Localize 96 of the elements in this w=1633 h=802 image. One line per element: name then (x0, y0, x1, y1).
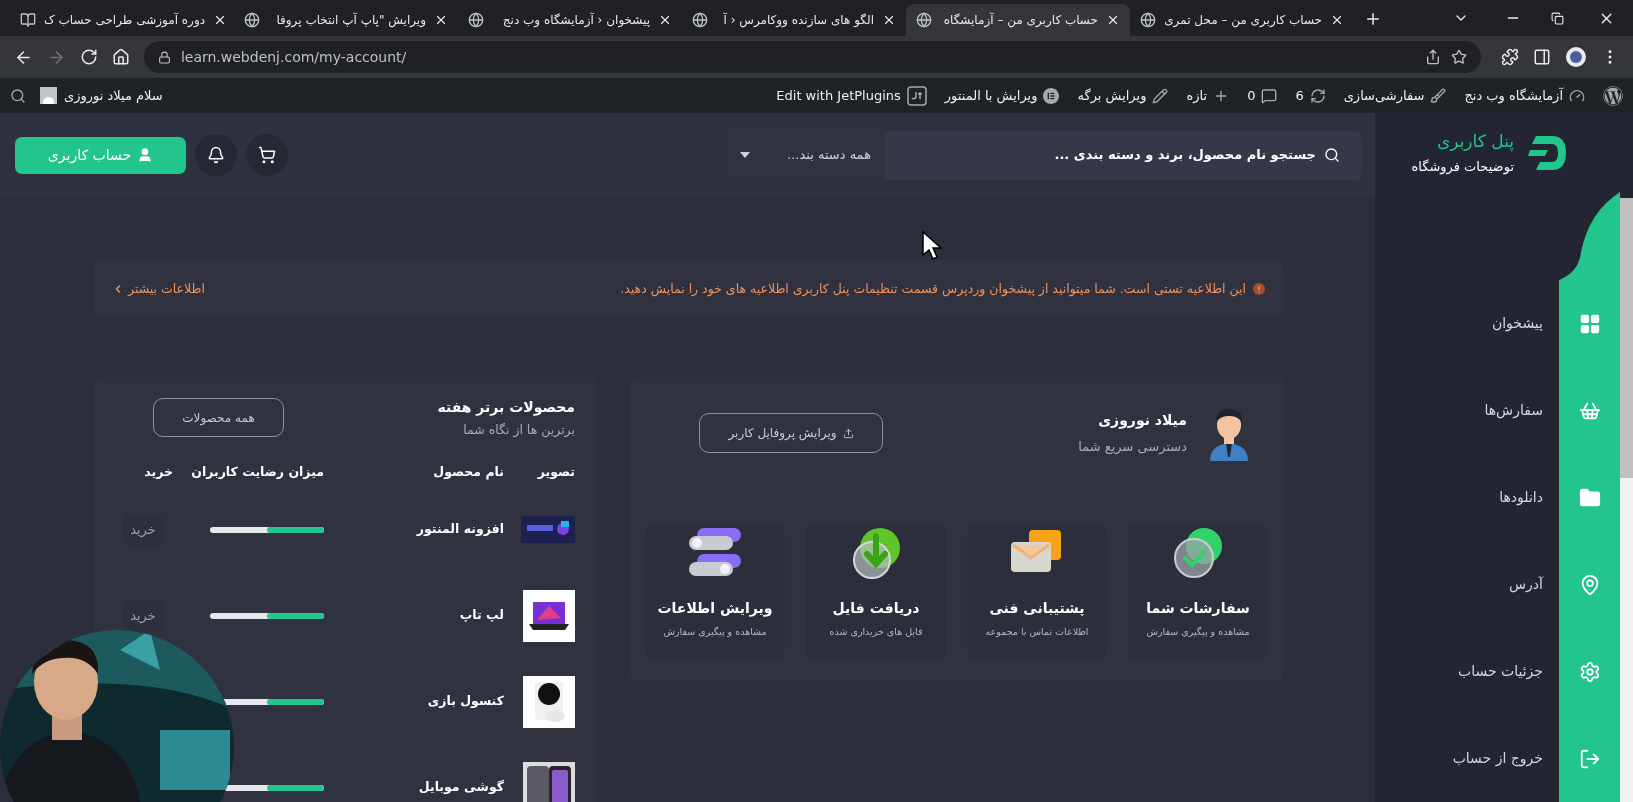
globe-icon (468, 12, 484, 28)
extensions-icon[interactable] (1501, 48, 1520, 66)
logo-icon (1528, 133, 1568, 172)
admin-bar-item[interactable]: ویرایش با المنتور (944, 85, 1060, 106)
admin-bar-item[interactable]: سفارشی‌سازی (1343, 85, 1447, 106)
section-subtitle: برترین ها از نگاه شما (462, 421, 575, 440)
close-icon[interactable] (434, 13, 448, 27)
admin-bar-item[interactable]: تازه (1186, 85, 1230, 106)
sidebar-item[interactable]: جزئیات حساب (1375, 628, 1559, 715)
tab-title: حساب کاربری من – آزمایشگاه (942, 11, 1098, 29)
pencil-icon (1152, 87, 1169, 104)
info-icon (1253, 283, 1265, 295)
tab-title: ویرایش "پاپ آپ انتخاب پروفا (275, 11, 426, 29)
tab-title: الگو های سازنده ووکامرس ‹ آ (722, 11, 874, 29)
user-name: میلاد نوروزی (1097, 410, 1187, 431)
globe-icon (692, 12, 708, 28)
notice-text: این اطلاعیه تستی است. شما میتوانید از پیشخوان وردپرس قسمت تنظیمات پنل کاربری اطلاعیه های خود را نمایش دهید. (620, 279, 1246, 299)
section-title: محصولات برتر هفته (437, 398, 575, 418)
admin-bar-item[interactable]: 0 (1247, 85, 1278, 106)
quick-access-tile[interactable]: پشتیبانی فنی اطلاعات تماس با مجموعه (967, 524, 1107, 660)
sidebar-item[interactable]: خروج از حساب (1375, 715, 1559, 802)
jet-icon (906, 85, 927, 106)
lock-icon (157, 50, 171, 64)
column-header: میزان رضایت کاربران (190, 463, 324, 482)
refresh-icon (1309, 87, 1326, 104)
globe-icon (1140, 12, 1156, 28)
scrollbar-thumb[interactable] (1620, 198, 1633, 478)
close-icon[interactable] (1106, 13, 1120, 27)
buy-button[interactable]: خرید (122, 514, 164, 546)
all-products-button[interactable]: همه محصولات (153, 398, 284, 437)
quick-access-tile[interactable]: ویرایش اطلاعات مشاهده و پیگیری سفارش (645, 524, 785, 660)
quick-access-tile[interactable]: دریافت فایل فایل های خریداری شده (806, 524, 946, 660)
bell-icon (207, 146, 225, 164)
new-tab-icon[interactable] (1364, 10, 1382, 28)
search-icon[interactable] (10, 87, 26, 104)
panel-title: پنل کاربری (1435, 129, 1514, 154)
side-panel-icon[interactable] (1533, 48, 1552, 66)
buy-button[interactable]: خرید (122, 600, 164, 632)
settings-icon (1578, 660, 1601, 683)
brush-icon (1430, 87, 1447, 104)
column-header: نام محصول (432, 463, 504, 482)
cursor-icon (922, 231, 942, 261)
product-name: گوشی موبایل (417, 778, 504, 797)
home-icon[interactable] (111, 48, 130, 66)
browser-tab[interactable]: حساب کاربری من – آزمایشگاه (906, 4, 1130, 36)
close-icon[interactable] (658, 13, 672, 27)
close-icon[interactable] (882, 13, 896, 27)
book-icon (20, 12, 36, 28)
store-subtitle: توضیحات فروشگاه (1411, 158, 1514, 177)
address-field[interactable]: learn.webdenj.com/my-account/ (143, 41, 1482, 73)
elementor-icon (1043, 87, 1060, 104)
sidebar-item[interactable]: سفارش‌ها (1375, 367, 1559, 454)
logout-icon (1578, 747, 1601, 770)
url-text: learn.webdenj.com/my-account/ (180, 47, 408, 67)
cart-button[interactable] (246, 134, 288, 176)
admin-bar-item[interactable]: ویرایش برگه (1077, 85, 1169, 106)
globe-icon (244, 12, 260, 28)
globe-icon (916, 12, 932, 28)
sidebar-item[interactable]: پیشخوان (1375, 280, 1559, 367)
quick-access-tile[interactable]: سفارشات شما مشاهده و پیگیری سفارش (1128, 524, 1268, 660)
admin-bar-item[interactable]: Edit with JetPlugins (776, 85, 927, 106)
bookmark-star-icon[interactable] (1451, 49, 1468, 65)
comment-icon (1261, 87, 1278, 104)
share-icon[interactable] (1425, 49, 1442, 65)
wordpress-logo[interactable] (1603, 85, 1623, 106)
search-field[interactable]: جستجو نام محصول، برند و دسته بندی ... (885, 130, 1362, 180)
notification-button[interactable] (195, 134, 237, 176)
restore-icon[interactable] (1551, 12, 1564, 25)
tab-title: پیشخوان ‹ آزمایشگاه وب دنج (501, 11, 650, 29)
column-header: خرید (143, 463, 173, 482)
profile-avatar-icon[interactable] (1565, 46, 1588, 68)
caret-icon (740, 152, 750, 158)
user-subtitle: دسترسی سریع شما (1078, 437, 1187, 456)
product-name: لپ تاپ (458, 606, 504, 625)
grid-icon (1578, 312, 1601, 335)
column-header: تصویر (536, 463, 575, 482)
tab-title: حساب کاربری من – محل تمری (1164, 12, 1322, 29)
product-name: افزونه المنتور (415, 520, 504, 539)
admin-bar-item[interactable]: 6 (1295, 85, 1326, 106)
dashboard-icon (1569, 87, 1585, 104)
cart-icon (258, 146, 276, 164)
reload-icon[interactable] (79, 48, 98, 66)
product-name: کنسول بازی (426, 692, 504, 711)
sidebar-item[interactable]: آدرس (1375, 541, 1559, 628)
search-icon (1324, 147, 1340, 163)
more-info-link[interactable]: اطلاعات بیشتر (112, 279, 205, 299)
edit-profile-button[interactable]: ویرایش پروفایل کاربر (699, 413, 883, 453)
greeting-link[interactable]: سلام میلاد نوروزی (64, 85, 163, 106)
tab-title: دوره آموزشی طراحی حساب ک (44, 11, 206, 29)
sidebar-item[interactable]: دانلودها (1375, 454, 1559, 541)
folder-icon (1578, 486, 1601, 509)
close-icon[interactable] (1330, 13, 1344, 27)
user-avatar-icon (40, 87, 57, 104)
search-input[interactable]: جستجو نام محصول، برند و دسته بندی ... (907, 145, 1316, 165)
upload-icon (842, 427, 854, 439)
admin-bar-item[interactable]: آزمایشگاه وب دنج (1464, 85, 1585, 106)
